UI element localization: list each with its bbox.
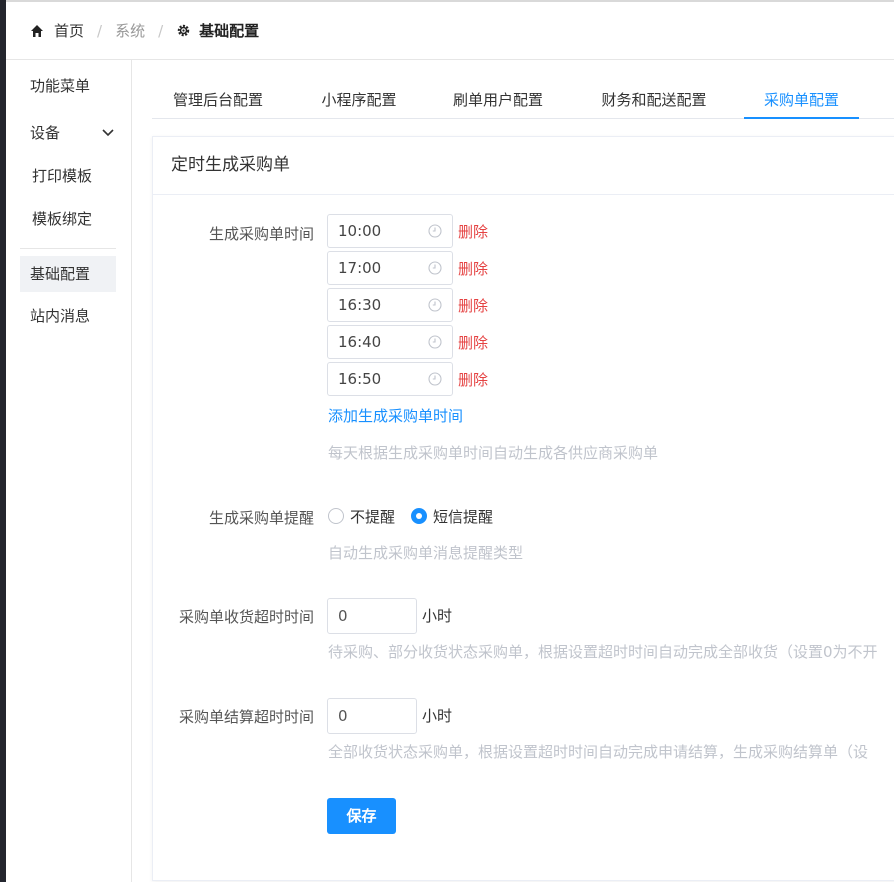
receive-timeout-value: 0 xyxy=(338,607,348,625)
delete-time-link[interactable]: 删除 xyxy=(458,332,488,353)
chevron-down-icon[interactable] xyxy=(102,129,114,137)
clock-icon xyxy=(428,372,442,386)
sidebar-divider xyxy=(20,248,116,249)
settle-timeout-unit: 小时 xyxy=(422,707,453,725)
radio-no-reminder-label[interactable]: 不提醒 xyxy=(350,506,395,527)
reminder-hint: 自动生成采购单消息提醒类型 xyxy=(328,544,524,562)
clock-icon xyxy=(428,298,442,312)
tab-finance-delivery-config[interactable]: 财务和配送配置 xyxy=(598,80,710,119)
delete-time-link[interactable]: 删除 xyxy=(458,369,488,390)
clock-icon xyxy=(428,261,442,275)
receive-timeout-label: 采购单收货超时时间 xyxy=(178,608,314,626)
delete-time-link[interactable]: 删除 xyxy=(458,258,488,279)
delete-time-link[interactable]: 删除 xyxy=(458,221,488,242)
save-button[interactable]: 保存 xyxy=(327,798,396,834)
breadcrumb-home[interactable]: 首页 xyxy=(30,20,84,41)
tab-purchase-order-config[interactable]: 采购单配置 xyxy=(744,80,859,119)
time-value: 16:50 xyxy=(338,370,382,388)
radio-sms-reminder[interactable] xyxy=(411,508,427,524)
clock-icon xyxy=(428,224,442,238)
breadcrumb-separator: / xyxy=(158,21,164,40)
time-picker[interactable]: 16:30 xyxy=(327,288,453,322)
delete-time-link[interactable]: 删除 xyxy=(458,295,488,316)
sidebar: 功能菜单 设备 打印模板 模板绑定 基础配置 站内消息 xyxy=(6,60,132,882)
time-value: 17:00 xyxy=(338,259,382,277)
time-value: 16:30 xyxy=(338,296,382,314)
add-schedule-time-link[interactable]: 添加生成采购单时间 xyxy=(328,405,463,426)
settle-timeout-label: 采购单结算超时时间 xyxy=(178,708,314,726)
breadcrumb-separator: / xyxy=(97,21,103,40)
breadcrumb: 首页 / 系统 / 基础配置 xyxy=(6,2,894,60)
time-picker[interactable]: 17:00 xyxy=(327,251,453,285)
reminder-label: 生成采购单提醒 xyxy=(208,509,314,527)
sidebar-item-template-binding[interactable]: 模板绑定 xyxy=(22,201,102,237)
config-tabs: 管理后台配置 小程序配置 刷单用户配置 财务和配送配置 采购单配置 xyxy=(152,80,894,119)
sidebar-item-function-menu[interactable]: 功能菜单 xyxy=(20,68,100,104)
sidebar-item-print-template[interactable]: 打印模板 xyxy=(22,158,102,194)
sidebar-item-site-messages[interactable]: 站内消息 xyxy=(20,298,100,334)
breadcrumb-system[interactable]: 系统 xyxy=(115,20,145,41)
breadcrumb-current-label: 基础配置 xyxy=(199,22,260,40)
receive-timeout-input[interactable]: 0 xyxy=(327,598,417,634)
sidebar-item-basic-config[interactable]: 基础配置 xyxy=(20,256,116,292)
schedule-hint: 每天根据生成采购单时间自动生成各供应商采购单 xyxy=(328,444,659,462)
receive-timeout-hint: 待采购、部分收货状态采购单，根据设置超时时间自动完成全部收货（设置0为不开 xyxy=(328,643,878,661)
radio-no-reminder[interactable] xyxy=(328,508,344,524)
clock-icon xyxy=(428,335,442,349)
gear-icon xyxy=(177,24,190,37)
home-icon xyxy=(31,24,43,37)
settle-timeout-input[interactable]: 0 xyxy=(327,698,417,734)
time-picker[interactable]: 16:50 xyxy=(327,362,453,396)
card-title: 定时生成采购单 xyxy=(153,137,894,195)
breadcrumb-current: 基础配置 xyxy=(176,20,259,41)
time-value: 10:00 xyxy=(338,222,382,240)
receive-timeout-unit: 小时 xyxy=(422,607,453,625)
time-picker[interactable]: 16:40 xyxy=(327,325,453,359)
time-value: 16:40 xyxy=(338,333,382,351)
radio-sms-reminder-label[interactable]: 短信提醒 xyxy=(433,506,493,527)
tab-miniprogram-config[interactable]: 小程序配置 xyxy=(318,80,400,119)
tab-order-user-config[interactable]: 刷单用户配置 xyxy=(450,80,546,119)
breadcrumb-home-label: 首页 xyxy=(54,22,85,40)
settle-timeout-value: 0 xyxy=(338,707,348,725)
tab-admin-config[interactable]: 管理后台配置 xyxy=(170,80,266,119)
sidebar-item-device[interactable]: 设备 xyxy=(20,115,70,151)
schedule-label: 生成采购单时间 xyxy=(208,225,314,243)
settle-timeout-hint: 全部收货状态采购单，根据设置超时时间自动完成申请结算，生成采购结算单（设 xyxy=(328,743,869,761)
time-picker[interactable]: 10:00 xyxy=(327,214,453,248)
